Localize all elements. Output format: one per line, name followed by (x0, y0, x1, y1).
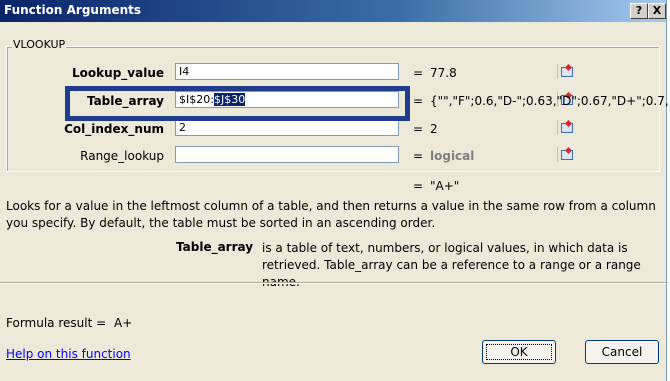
table-array-equals: = (413, 94, 424, 108)
collapse-dialog-icon[interactable] (557, 147, 575, 162)
function-arguments-dialog: Function Arguments ? X VLOOKUP Lookup_va… (0, 0, 669, 381)
table-array-result: {"","F";0.6,"D-";0.63,"D";0.67,"D+";0.7, (430, 94, 669, 108)
range-lookup-result: logical (430, 149, 475, 163)
lookup-value-input[interactable]: I4 (175, 63, 573, 80)
argument-help-name: Table_array (176, 240, 254, 254)
collapse-dialog-icon[interactable] (557, 120, 575, 135)
range-lookup-equals: = (413, 149, 424, 163)
collapse-dialog-icon[interactable] (557, 64, 575, 79)
lookup-value-equals: = (413, 66, 424, 80)
function-description: Looks for a value in the leftmost column… (6, 199, 656, 230)
close-button[interactable]: X (648, 3, 666, 19)
col-index-num-label: Col_index_num (64, 122, 164, 136)
overall-result-equals: = (413, 179, 424, 193)
col-index-num-result: 2 (430, 122, 438, 136)
formula-result-label: Formula result = (6, 316, 107, 330)
lookup-value-label: Lookup_value (72, 66, 164, 80)
dialog-title: Function Arguments (4, 3, 142, 17)
formula-result-value: A+ (113, 316, 133, 330)
overall-result-value: "A+" (430, 179, 460, 193)
group-legend: VLOOKUP (12, 38, 67, 51)
title-bar[interactable]: Function Arguments ? X (0, 0, 666, 22)
range-lookup-input[interactable] (175, 146, 573, 163)
lookup-value-result: 77.8 (430, 66, 457, 80)
cancel-button[interactable]: Cancel (585, 340, 659, 364)
table-array-highlight-box (65, 86, 410, 121)
col-index-num-text: 2 (179, 121, 186, 134)
help-on-this-function-link[interactable]: Help on this function (6, 347, 131, 361)
range-lookup-label: Range_lookup (80, 149, 164, 163)
col-index-num-input[interactable]: 2 (175, 119, 573, 136)
ok-button[interactable]: OK (482, 340, 556, 364)
separator (0, 282, 666, 284)
help-question-button[interactable]: ? (630, 3, 648, 19)
col-index-num-equals: = (413, 122, 424, 136)
formula-result: Formula result = A+ (6, 316, 132, 330)
lookup-value-text: I4 (179, 65, 190, 78)
